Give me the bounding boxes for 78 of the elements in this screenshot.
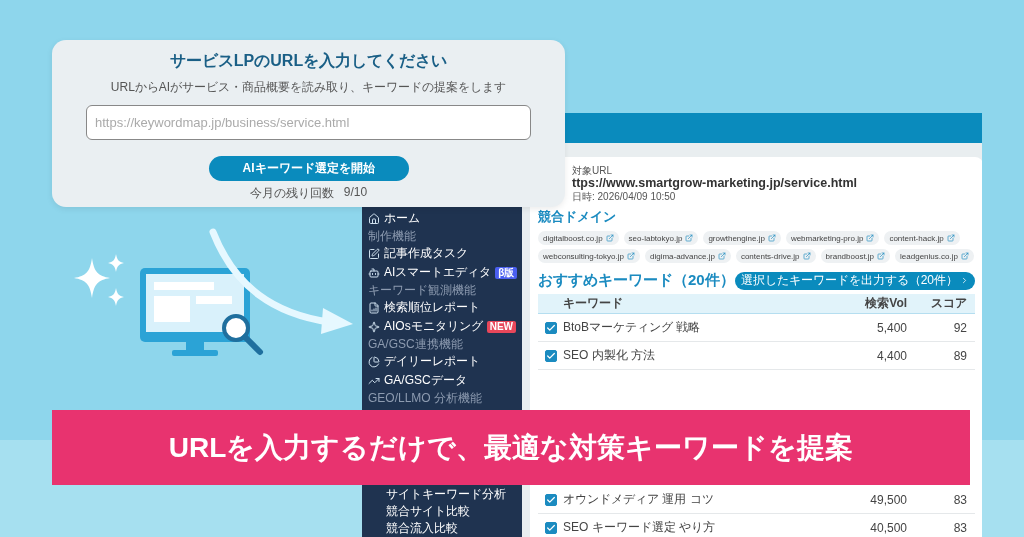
sidebar-item[interactable]: ホーム <box>362 209 522 228</box>
badge: β版 <box>495 266 518 279</box>
keyword-cell-text: オウンドメディア 運用 コツ <box>563 491 715 508</box>
check-icon <box>546 350 556 361</box>
volume-cell-text: 4,400 <box>876 348 909 363</box>
check-icon <box>546 522 556 533</box>
keyword-cell-text: BtoBマーケティング 戦略 <box>563 319 702 336</box>
domain-chip[interactable]: content-hack.jp <box>884 231 960 245</box>
sidebar-item[interactable]: AIスマートエディタ β版 <box>362 263 522 282</box>
headline-text: URLを入力するだけで、最適な対策キーワードを提案 <box>168 430 854 465</box>
sidebar-section-label: GEO/LLMO 分析機能 <box>367 390 484 406</box>
bar-chart-document-icon <box>368 301 380 314</box>
domain-chip[interactable]: leadgenius.co.jp <box>895 249 974 263</box>
check-icon <box>546 322 556 333</box>
sidebar-item[interactable]: 競合サイト比較 <box>362 503 522 520</box>
checkbox[interactable] <box>545 349 557 362</box>
external-link-icon <box>605 234 614 242</box>
sidebar-section-label: GA/GSC連携機能 <box>367 336 464 352</box>
sidebar-item[interactable]: 検索順位レポート <box>362 298 522 317</box>
volume-cell-text: 40,500 <box>869 520 909 535</box>
remaining-count: 9/10 <box>343 185 368 201</box>
column-header: スコア <box>930 295 969 312</box>
sidebar-item[interactable]: AIOsモニタリング NEW <box>362 317 522 336</box>
sidebar-section-label: 制作機能 <box>367 228 417 244</box>
score-cell-text: 92 <box>952 320 969 335</box>
sidebar-section-label: キーワード観測機能 <box>367 282 477 298</box>
card-title: サービスLPのURLを入力してください <box>169 51 448 71</box>
card-subtitle: URLからAIがサービス・商品概要を読み取り、キーワードの提案をします <box>110 79 507 96</box>
score-cell-text: 83 <box>952 492 969 507</box>
sidebar-item[interactable]: GA/GSCデータ <box>362 371 522 390</box>
remaining-label: 今月の残り回数 <box>249 185 334 202</box>
domain-chip[interactable]: brandboost.jp <box>820 249 891 263</box>
export-button[interactable]: 選択したキーワードを出力する（20件） <box>734 271 976 290</box>
start-button[interactable]: AIキーワード選定を開始 <box>208 156 409 181</box>
badge: NEW <box>486 320 516 333</box>
external-link-icon <box>717 252 726 260</box>
keyword-cell-text: SEO キーワード選定 やり方 <box>563 519 716 536</box>
external-link-icon <box>946 234 955 242</box>
check-icon <box>546 494 556 505</box>
external-link-icon <box>802 252 811 260</box>
sidebar-item[interactable]: デイリーレポート <box>362 352 522 371</box>
domain-chip[interactable]: digitalboost.co.jp <box>538 231 619 245</box>
sidebar-item[interactable]: サイトキーワード分析 <box>362 486 522 503</box>
keywords-heading: おすすめキーワード（20件） <box>538 271 735 290</box>
url-label: 対象URL <box>572 165 613 176</box>
external-link-icon <box>866 234 875 242</box>
domain-chip[interactable]: digima-advance.jp <box>644 249 731 263</box>
checkbox[interactable] <box>545 493 557 506</box>
checkbox[interactable] <box>545 521 557 534</box>
score-cell-text: 89 <box>952 348 969 363</box>
volume-cell-text: 49,500 <box>869 492 909 507</box>
domain-chip[interactable]: webmarketing-pro.jp <box>785 231 880 245</box>
external-link-icon <box>877 252 886 260</box>
sidebar-item[interactable]: 記事作成タスク <box>362 244 522 263</box>
home-icon <box>368 212 380 225</box>
external-link-icon <box>685 234 694 242</box>
domain-chip[interactable]: contents-drive.jp <box>735 249 816 263</box>
column-header: 検索Vol <box>864 295 909 312</box>
pencil-square-icon <box>368 247 380 260</box>
section-heading: 競合ドメイン <box>538 208 617 226</box>
external-link-icon <box>960 252 969 260</box>
target-url: ttps://www.smartgrow-marketing.jp/service.html <box>572 176 859 191</box>
external-link-icon <box>767 234 776 242</box>
sidebar-item[interactable]: 競合流入比較 <box>362 520 522 537</box>
keyword-cell-text: SEO 内製化 方法 <box>563 347 656 364</box>
checkbox[interactable] <box>545 321 557 334</box>
url-input-field[interactable]: https://keywordmap.jp/business/service.html <box>86 105 531 140</box>
domain-chip[interactable]: webconsulting-tokyo.jp <box>538 249 640 263</box>
robot-icon <box>368 266 380 279</box>
volume-cell-text: 5,400 <box>876 320 909 335</box>
score-cell-text: 83 <box>952 520 969 535</box>
domain-chip[interactable]: seo-labtokyo.jp <box>623 231 699 245</box>
column-header: キーワード <box>563 295 624 312</box>
sparkle-icon <box>368 320 380 333</box>
pie-chart-icon <box>368 355 380 368</box>
domain-chip[interactable]: growthengine.jp <box>703 231 781 245</box>
external-link-icon <box>626 252 635 260</box>
analysis-date: 日時: 2026/04/09 10:50 <box>572 191 677 202</box>
